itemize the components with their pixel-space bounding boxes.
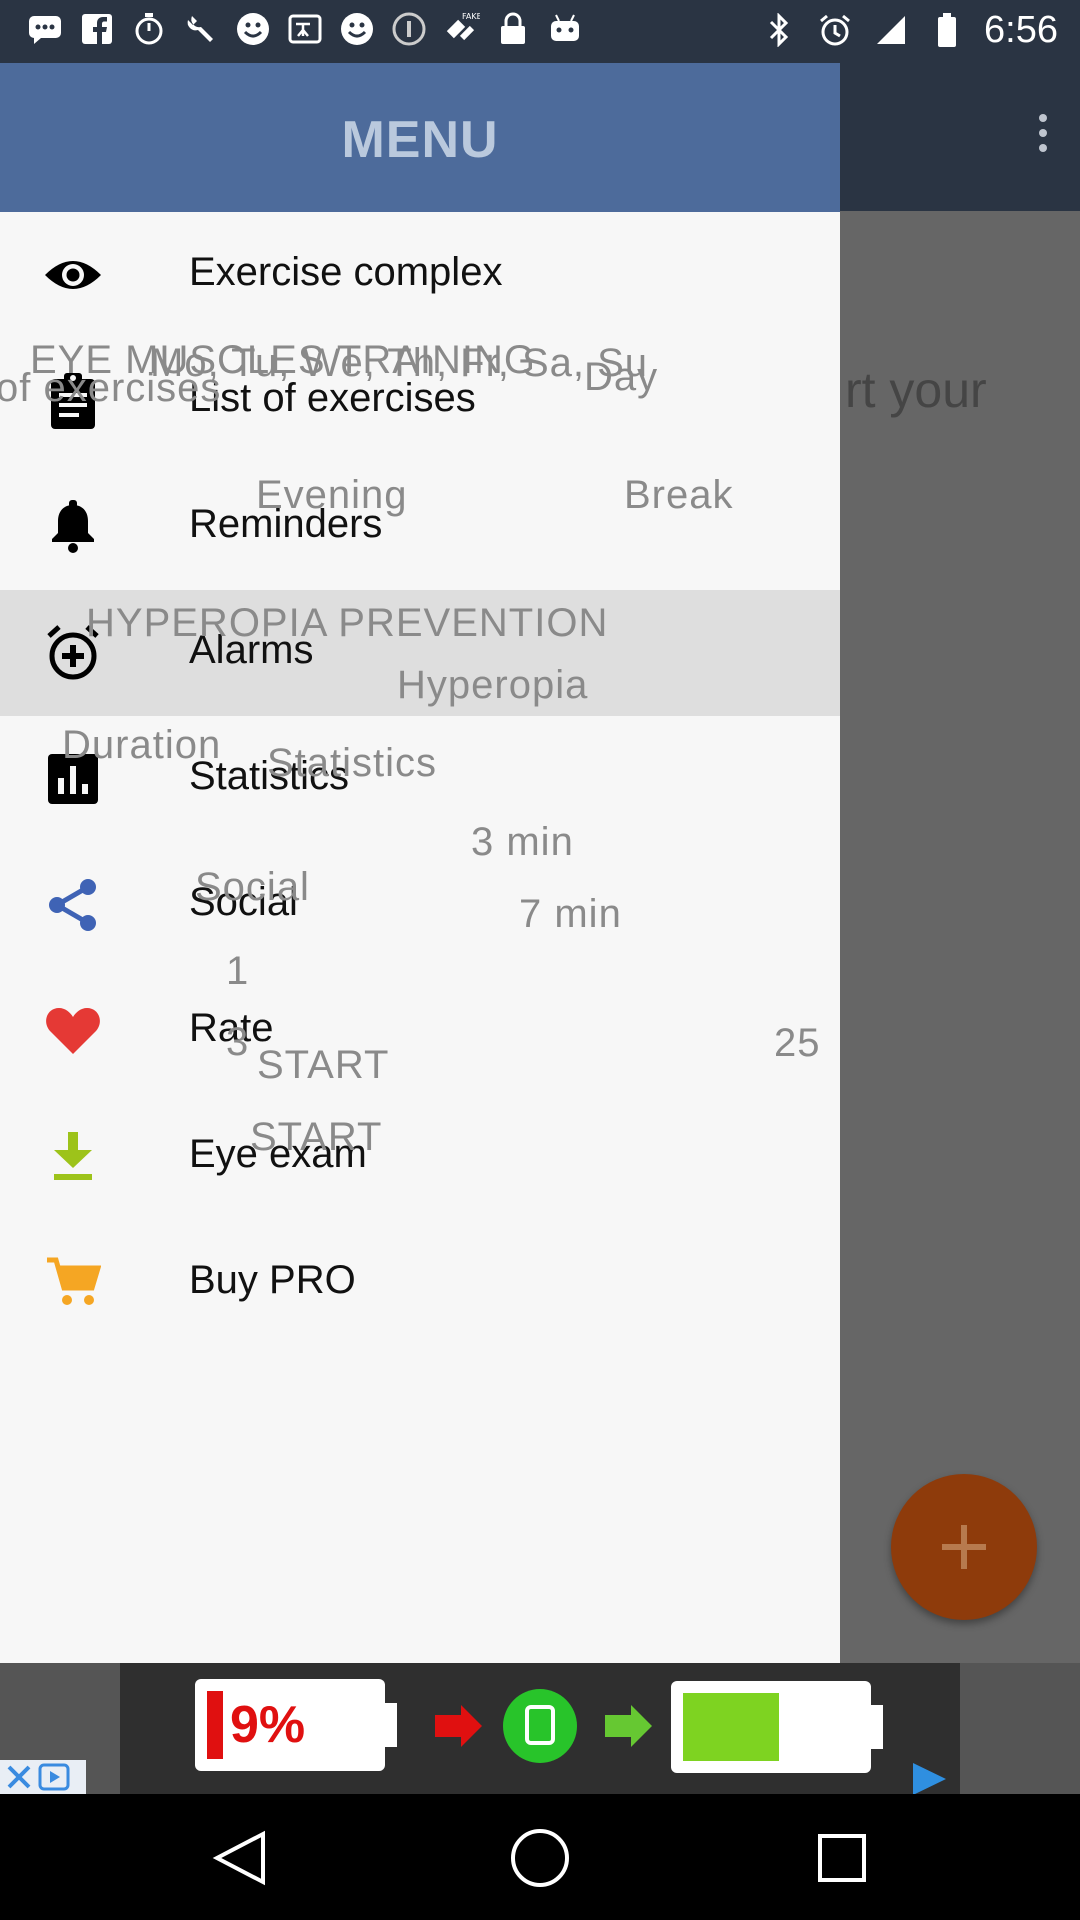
smiley-icon xyxy=(338,10,376,48)
ghost-text-duration: Duration xyxy=(62,723,222,767)
battery-icon xyxy=(928,11,966,49)
menu-item-eye-exam[interactable]: Eye exam xyxy=(0,1094,840,1220)
svg-text:FAKE: FAKE xyxy=(462,12,480,21)
ghost-start-button: START xyxy=(257,1043,390,1087)
ghost-text-hyperopia-prevention: HYPEROPIA PREVENTION xyxy=(86,601,609,645)
translate-icon xyxy=(286,10,324,48)
ghost-text-7-min: 7 min xyxy=(519,892,622,936)
navigation-bar xyxy=(0,1794,1080,1920)
system-status: 6:56 xyxy=(760,10,1058,50)
navigation-drawer: MENU Exercise complex List of exercises … xyxy=(0,63,840,1663)
alarm-icon xyxy=(816,11,854,49)
share-icon xyxy=(36,875,110,935)
facebook-icon xyxy=(78,10,116,48)
plus-icon xyxy=(942,1525,986,1569)
ghost-text-day: Day xyxy=(584,355,659,399)
menu-item-label: Buy PRO xyxy=(189,1258,356,1302)
eye-icon xyxy=(36,245,110,305)
notification-icons: FAKE xyxy=(26,10,584,48)
bell-icon xyxy=(36,497,110,557)
main-screen-partial-text: rt your xyxy=(845,362,987,418)
menu-item-label: Exercise complex xyxy=(189,250,503,294)
menu-item-buy-pro[interactable]: Buy PRO xyxy=(0,1220,840,1346)
status-bar: FAKE 6:56 xyxy=(0,0,1080,63)
ad-choices-badge[interactable] xyxy=(0,1760,86,1794)
cart-icon xyxy=(36,1253,110,1313)
ghost-text-break: Break xyxy=(624,473,734,517)
back-button[interactable] xyxy=(203,1822,275,1894)
menu-item-exercise-complex[interactable]: Exercise complex xyxy=(0,212,840,338)
drawer-header: MENU xyxy=(0,63,840,212)
overflow-menu-icon[interactable] xyxy=(1018,103,1068,163)
close-icon[interactable] xyxy=(6,1764,32,1790)
ghost-text-1: 1 xyxy=(226,949,250,993)
ghost-text-evening: Evening xyxy=(256,473,408,517)
drawer-title: MENU xyxy=(341,111,499,169)
menu-item-social[interactable]: Social xyxy=(0,842,840,968)
ghost-text-of-exercises: of exercises xyxy=(0,366,222,410)
ghost-text-3-min: 3 min xyxy=(471,820,574,864)
heart-icon xyxy=(36,1001,110,1061)
ghost-text-days: Mo, Tu, We, Th, Fr, Sa, Su xyxy=(150,341,649,385)
back-icon xyxy=(212,1830,265,1886)
timer-icon xyxy=(130,10,168,48)
add-button[interactable] xyxy=(891,1474,1037,1620)
ad-choices-icon xyxy=(38,1763,70,1791)
lock-icon xyxy=(494,10,532,48)
ad-creative[interactable]: 9% xyxy=(120,1663,960,1794)
download-icon xyxy=(36,1127,110,1187)
info-icon xyxy=(390,10,428,48)
signal-icon xyxy=(872,11,910,49)
menu-item-rate[interactable]: Rate xyxy=(0,968,840,1094)
ghost-text-hyperopia: Hyperopia xyxy=(397,663,589,707)
ghost-text-statistics: Statistics xyxy=(267,741,438,785)
android-icon xyxy=(546,10,584,48)
home-icon xyxy=(511,1829,569,1887)
ghost-text-social: Social xyxy=(195,865,310,909)
fake-gps-icon: FAKE xyxy=(442,10,480,48)
ad-battery-percent: 9% xyxy=(230,1696,306,1754)
wrench-icon xyxy=(182,10,220,48)
home-button[interactable] xyxy=(504,1822,576,1894)
bluetooth-icon xyxy=(760,11,798,49)
ad-banner[interactable]: 9% xyxy=(0,1663,1080,1794)
ghost-text-25: 25 xyxy=(774,1021,821,1065)
status-time: 6:56 xyxy=(984,9,1058,51)
recents-button[interactable] xyxy=(806,1822,878,1894)
recents-icon xyxy=(818,1834,866,1882)
messages-icon xyxy=(26,10,64,48)
ghost-start-button: START xyxy=(250,1115,383,1159)
ghost-text-3: 3 xyxy=(226,1020,250,1064)
smiley-icon xyxy=(234,10,272,48)
